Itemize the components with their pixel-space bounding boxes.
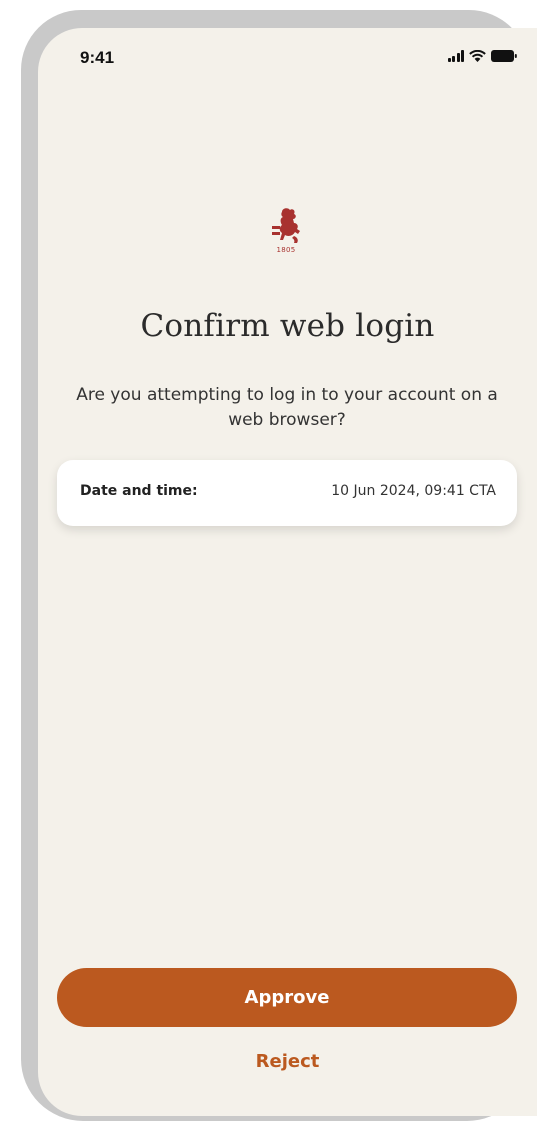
login-details-card: Date and time: 10 Jun 2024, 09:41 CTA bbox=[57, 460, 517, 526]
brand-logo: 1805 bbox=[270, 206, 302, 258]
battery-icon bbox=[491, 50, 517, 62]
page-title: Confirm web login bbox=[140, 308, 435, 344]
page-subtitle: Are you attempting to log in to your acc… bbox=[76, 385, 498, 430]
status-icons bbox=[447, 50, 518, 62]
approve-button[interactable]: Approve bbox=[57, 968, 517, 1027]
date-time-value: 10 Jun 2024, 09:41 CTA bbox=[331, 483, 496, 499]
status-time: 9:41 bbox=[80, 48, 115, 67]
logo-year: 1805 bbox=[276, 246, 296, 254]
reject-button[interactable]: Reject bbox=[38, 1050, 537, 1073]
wifi-icon bbox=[469, 50, 486, 62]
signal-icon bbox=[447, 50, 464, 62]
lion-crest-icon bbox=[272, 208, 300, 243]
date-time-label: Date and time: bbox=[80, 483, 198, 499]
app-screen: 9:41 1805 Confirm web login Are you atte… bbox=[38, 28, 537, 1116]
status-bar: 9:41 bbox=[38, 28, 537, 88]
